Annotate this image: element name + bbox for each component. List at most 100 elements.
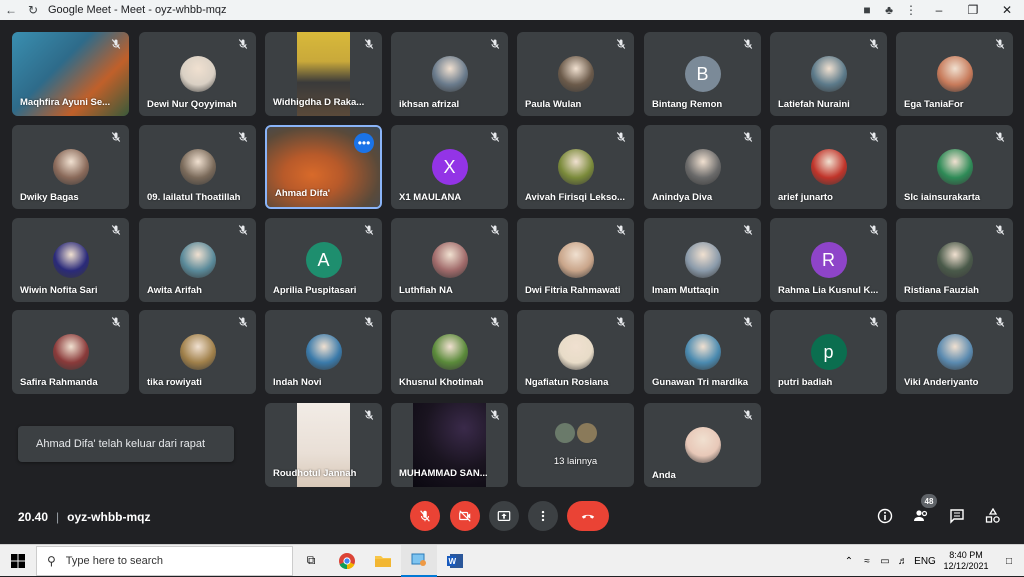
mic-off-icon — [236, 130, 250, 144]
participant-tile[interactable]: Gunawan Tri mardika — [644, 310, 761, 394]
participant-tile[interactable]: Ngafiatun Rosiana — [517, 310, 634, 394]
participant-tile[interactable]: Paula Wulan — [517, 32, 634, 116]
present-button[interactable] — [489, 501, 519, 531]
participant-tile[interactable]: Avivah Firisqi Lekso... — [517, 125, 634, 209]
back-icon[interactable]: ← — [0, 0, 22, 20]
notifications-icon[interactable]: □ — [994, 556, 1024, 567]
participant-tile[interactable]: A Aprilia Puspitasari — [265, 218, 382, 302]
participant-tile[interactable]: Awita Arifah — [139, 218, 256, 302]
participant-name: Safira Rahmanda — [20, 377, 98, 388]
participant-name: Imam Muttaqin — [652, 285, 720, 296]
people-button[interactable] — [911, 506, 931, 526]
participant-name: Widhigdha D Raka... — [273, 97, 365, 108]
participant-name: Latiefah Nuraini — [778, 99, 850, 110]
participant-tile[interactable]: p putri badiah — [770, 310, 887, 394]
minimize-button[interactable]: – — [922, 0, 956, 20]
participant-tile[interactable]: Latiefah Nuraini — [770, 32, 887, 116]
present-screen-icon — [497, 511, 511, 521]
mic-off-icon — [741, 37, 755, 51]
chrome-icon[interactable] — [329, 545, 365, 577]
participant-tile[interactable]: Luthfiah NA — [391, 218, 508, 302]
tile-more-options-icon[interactable]: ••• — [354, 133, 374, 153]
mic-off-icon — [993, 130, 1007, 144]
meeting-info-button[interactable] — [875, 506, 895, 526]
participant-tile[interactable]: Wiwin Nofita Sari — [12, 218, 129, 302]
participant-name: Rahma Lia Kusnul K... — [778, 285, 879, 296]
participant-tile[interactable]: Viki Anderiyanto — [896, 310, 1013, 394]
participant-tile[interactable]: Roudhotul Jannah — [265, 403, 382, 487]
participant-name: Dwi Fitria Rahmawati — [525, 285, 621, 296]
participant-tile[interactable]: Ega TaniaFor — [896, 32, 1013, 116]
camera-off-button[interactable] — [450, 501, 480, 531]
avatar — [936, 149, 973, 185]
info-icon — [877, 508, 893, 524]
participant-name: Dwiky Bagas — [20, 192, 79, 203]
avatar — [684, 427, 721, 463]
snipping-tool-icon[interactable] — [401, 544, 437, 577]
meeting-separator: | — [56, 510, 60, 524]
battery-icon[interactable]: ▭ — [876, 556, 894, 567]
participant-tile[interactable]: ikhsan afrizal — [391, 32, 508, 116]
participant-name: Anda — [652, 470, 676, 481]
participant-tile[interactable]: 13 lainnya — [517, 403, 634, 487]
close-button[interactable]: ✕ — [990, 0, 1024, 20]
more-options-button[interactable] — [528, 501, 558, 531]
participant-tile[interactable]: Imam Muttaqin — [644, 218, 761, 302]
word-icon[interactable]: W — [437, 545, 473, 577]
mic-off-icon — [420, 510, 430, 522]
activities-icon — [985, 508, 1000, 523]
avatar-letter: B — [684, 56, 721, 92]
start-button[interactable] — [0, 545, 36, 577]
participant-tile[interactable]: 09. lailatul Thoatillah — [139, 125, 256, 209]
end-call-button[interactable] — [567, 501, 609, 531]
participant-tile[interactable]: Widhigdha D Raka... — [265, 32, 382, 116]
participant-tile[interactable]: X X1 MAULANA — [391, 125, 508, 209]
participant-tile[interactable]: tika rowiyati — [139, 310, 256, 394]
participant-name: 09. lailatul Thoatillah — [147, 192, 241, 203]
camera-indicator-icon[interactable]: ■ — [856, 0, 878, 20]
participant-tile[interactable]: Anindya Diva — [644, 125, 761, 209]
activities-button[interactable] — [983, 506, 1003, 526]
participant-tile[interactable]: Dwi Fitria Rahmawati — [517, 218, 634, 302]
reload-icon[interactable]: ↻ — [22, 0, 44, 20]
menu-icon[interactable]: ⋮ — [900, 0, 922, 20]
language-indicator[interactable]: ENG — [912, 556, 938, 567]
wifi-icon[interactable]: ≈ — [858, 556, 876, 567]
taskbar-clock[interactable]: 8:40 PM 12/12/2021 — [938, 550, 994, 572]
participant-tile[interactable]: Anda — [644, 403, 761, 487]
restore-button[interactable]: ❐ — [956, 0, 990, 20]
extensions-icon[interactable]: ♣ — [878, 0, 900, 20]
mic-off-icon — [236, 37, 250, 51]
mic-off-button[interactable] — [410, 501, 440, 531]
avatar-letter: A — [305, 242, 342, 278]
participant-tile[interactable]: MUHAMMAD SAN... — [391, 403, 508, 487]
participant-tile[interactable]: Dewi Nur Qoyyimah — [139, 32, 256, 116]
chevron-up-icon[interactable]: ⌃ — [840, 556, 858, 567]
participant-tile[interactable]: Khusnul Khotimah — [391, 310, 508, 394]
participant-name: arief junarto — [778, 192, 833, 203]
participant-tile[interactable]: Ristiana Fauziah — [896, 218, 1013, 302]
volume-icon[interactable]: ♬ — [894, 556, 912, 567]
mic-off-icon — [109, 315, 123, 329]
participant-tile[interactable]: Maqhfira Ayuni Se... — [12, 32, 129, 116]
avatar — [305, 334, 342, 370]
participant-tile[interactable]: B Bintang Remon — [644, 32, 761, 116]
task-view-icon[interactable]: ⧉ — [293, 545, 329, 577]
avatar — [557, 242, 594, 278]
file-explorer-icon[interactable] — [365, 545, 401, 577]
participant-tile[interactable]: Dwiky Bagas — [12, 125, 129, 209]
chat-button[interactable] — [947, 506, 967, 526]
participant-tile[interactable]: R Rahma Lia Kusnul K... — [770, 218, 887, 302]
participant-tile[interactable]: arief junarto — [770, 125, 887, 209]
avatar — [52, 149, 89, 185]
participant-name: Luthfiah NA — [399, 285, 453, 296]
participant-tile[interactable]: Safira Rahmanda — [12, 310, 129, 394]
taskbar-search[interactable]: ⚲ Type here to search — [36, 545, 293, 576]
participant-tile[interactable]: ••• Ahmad Difa' — [265, 125, 382, 209]
participant-name: Aprilia Puspitasari — [273, 285, 357, 296]
avatar-letter: p — [810, 334, 847, 370]
avatar — [431, 242, 468, 278]
participant-tile[interactable]: Slc iainsurakarta — [896, 125, 1013, 209]
participant-name: ikhsan afrizal — [399, 99, 460, 110]
participant-tile[interactable]: Indah Novi — [265, 310, 382, 394]
